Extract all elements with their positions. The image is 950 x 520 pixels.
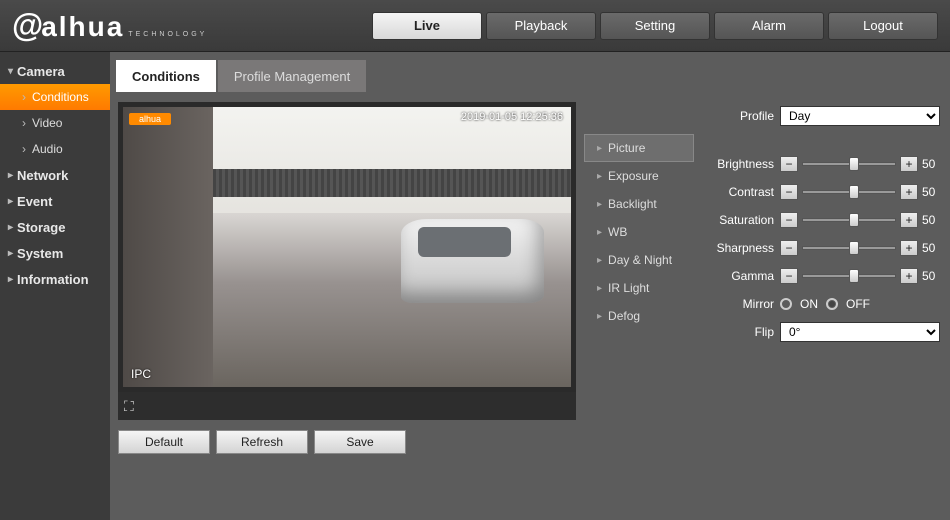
row-gamma: Gamma − + 50: [704, 262, 940, 290]
subnav-exposure[interactable]: Exposure: [584, 162, 694, 190]
main: Camera Conditions Video Audio Network Ev…: [0, 52, 950, 520]
gamma-plus[interactable]: +: [900, 268, 918, 284]
row-saturation: Saturation − + 50: [704, 206, 940, 234]
row-sharpness: Sharpness − + 50: [704, 234, 940, 262]
sharpness-slider[interactable]: [802, 246, 896, 250]
tab-conditions[interactable]: Conditions: [116, 60, 216, 92]
label-sharpness: Sharpness: [704, 241, 774, 255]
row-flip: Flip 0°: [704, 318, 940, 346]
mirror-off-label: OFF: [846, 297, 870, 311]
top-nav: Live Playback Setting Alarm Logout: [372, 12, 938, 40]
row-mirror: Mirror ON OFF: [704, 290, 940, 318]
mirror-on-radio[interactable]: [780, 298, 792, 310]
sidebar: Camera Conditions Video Audio Network Ev…: [0, 52, 110, 520]
saturation-slider[interactable]: [802, 218, 896, 222]
mirror-off-radio[interactable]: [826, 298, 838, 310]
saturation-minus[interactable]: −: [780, 212, 798, 228]
subnav-backlight[interactable]: Backlight: [584, 190, 694, 218]
tabs: Conditions Profile Management: [116, 60, 950, 92]
subnav-daynight[interactable]: Day & Night: [584, 246, 694, 274]
osd-brand-badge: alhua: [129, 113, 171, 125]
gamma-minus[interactable]: −: [780, 268, 798, 284]
saturation-value: 50: [922, 213, 940, 227]
video-toolbar: ⛶: [118, 392, 576, 420]
subnav-defog[interactable]: Defog: [584, 302, 694, 330]
contrast-value: 50: [922, 185, 940, 199]
nav-setting[interactable]: Setting: [600, 12, 710, 40]
row-profile: Profile Day: [704, 102, 940, 130]
sidebar-item-audio[interactable]: Audio: [0, 136, 110, 162]
video-preview: alhua 2019-01-05 12:25:36 IPC: [118, 102, 576, 392]
sidebar-item-camera[interactable]: Camera: [0, 58, 110, 84]
flip-select[interactable]: 0°: [780, 322, 940, 342]
gamma-value: 50: [922, 269, 940, 283]
sharpness-value: 50: [922, 241, 940, 255]
video-column: alhua 2019-01-05 12:25:36 IPC ⛶ Default …: [118, 102, 576, 510]
content: Conditions Profile Management alhua 2019…: [110, 52, 950, 520]
bottom-buttons: Default Refresh Save: [118, 430, 576, 454]
sidebar-item-event[interactable]: Event: [0, 188, 110, 214]
brightness-minus[interactable]: −: [780, 156, 798, 172]
label-contrast: Contrast: [704, 185, 774, 199]
mirror-on-label: ON: [800, 297, 818, 311]
video-scene: [123, 107, 571, 387]
row-brightness: Brightness − + 50: [704, 150, 940, 178]
sidebar-item-information[interactable]: Information: [0, 266, 110, 292]
label-flip: Flip: [704, 325, 774, 339]
save-button[interactable]: Save: [314, 430, 406, 454]
row-contrast: Contrast − + 50: [704, 178, 940, 206]
sidebar-item-system[interactable]: System: [0, 240, 110, 266]
saturation-plus[interactable]: +: [900, 212, 918, 228]
subnav-picture[interactable]: Picture: [584, 134, 694, 162]
label-brightness: Brightness: [704, 157, 774, 171]
nav-logout[interactable]: Logout: [828, 12, 938, 40]
subnav-wb[interactable]: WB: [584, 218, 694, 246]
label-profile: Profile: [704, 109, 774, 123]
brand-logo: @alhua TECHNOLOGY: [12, 7, 207, 44]
nav-alarm[interactable]: Alarm: [714, 12, 824, 40]
panel: alhua 2019-01-05 12:25:36 IPC ⛶ Default …: [110, 92, 950, 520]
brand-sub: TECHNOLOGY: [128, 31, 207, 38]
label-saturation: Saturation: [704, 213, 774, 227]
tab-profile-management[interactable]: Profile Management: [218, 60, 366, 92]
profile-select[interactable]: Day: [780, 106, 940, 126]
top-bar: @alhua TECHNOLOGY Live Playback Setting …: [0, 0, 950, 52]
refresh-button[interactable]: Refresh: [216, 430, 308, 454]
fullscreen-icon[interactable]: ⛶: [124, 398, 134, 415]
brand-name: alhua: [41, 11, 124, 43]
sidebar-item-storage[interactable]: Storage: [0, 214, 110, 240]
brightness-value: 50: [922, 157, 940, 171]
subnav-irlight[interactable]: IR Light: [584, 274, 694, 302]
sharpness-minus[interactable]: −: [780, 240, 798, 256]
sidebar-item-conditions[interactable]: Conditions: [0, 84, 110, 110]
label-mirror: Mirror: [704, 297, 774, 311]
contrast-minus[interactable]: −: [780, 184, 798, 200]
contrast-plus[interactable]: +: [900, 184, 918, 200]
osd-ipc-label: IPC: [131, 367, 151, 381]
settings-panel: Profile Day Brightness − + 50: [702, 102, 942, 510]
default-button[interactable]: Default: [118, 430, 210, 454]
sidebar-item-video[interactable]: Video: [0, 110, 110, 136]
brightness-plus[interactable]: +: [900, 156, 918, 172]
nav-live[interactable]: Live: [372, 12, 482, 40]
contrast-slider[interactable]: [802, 190, 896, 194]
label-gamma: Gamma: [704, 269, 774, 283]
osd-timestamp: 2019-01-05 12:25:36: [461, 111, 563, 123]
sharpness-plus[interactable]: +: [900, 240, 918, 256]
brightness-slider[interactable]: [802, 162, 896, 166]
sidebar-item-network[interactable]: Network: [0, 162, 110, 188]
subnav: Picture Exposure Backlight WB Day & Nigh…: [584, 102, 694, 510]
nav-playback[interactable]: Playback: [486, 12, 596, 40]
gamma-slider[interactable]: [802, 274, 896, 278]
